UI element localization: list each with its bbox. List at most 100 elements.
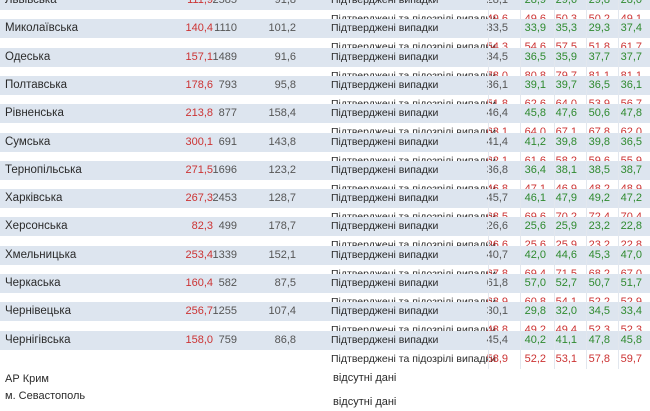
status-label-confirmed: Підтверджені випадки	[331, 220, 439, 233]
confirmed-value: 32,0	[555, 305, 577, 318]
incidence-rate: 253,4	[185, 248, 213, 261]
confirmed-value: 30,1	[486, 305, 508, 318]
case-count: 1696	[212, 163, 237, 176]
incidence-rate: 178,6	[185, 78, 213, 91]
percent-change: 128,7	[268, 192, 296, 205]
case-count: 2453	[212, 192, 237, 205]
confirmed-value: 40,7	[486, 248, 508, 261]
confirmed-value: 46,4	[486, 107, 508, 120]
region-name: Херсонська	[5, 220, 68, 233]
column-separator	[520, 330, 521, 369]
percent-change: 178,7	[268, 220, 296, 233]
region-name: Черкаська	[5, 277, 61, 289]
confirmed-value: 47,8	[620, 107, 642, 120]
confirmed-value: 25,9	[555, 220, 577, 233]
region-name: Чернівецька	[5, 305, 71, 318]
incidence-rate: 140,4	[185, 22, 213, 35]
confirmed-value: 47,2	[620, 192, 642, 205]
covid-region-table: Львівська 2585 111,9 91,8 Підтверджені випад…	[0, 0, 650, 411]
case-count: 759	[218, 333, 237, 346]
status-label-confirmed: Підтверджені випадки	[331, 333, 439, 346]
percent-change: 152,1	[268, 248, 296, 261]
case-count: 1255	[212, 305, 237, 318]
incidence-rate: 213,8	[185, 107, 213, 120]
confirmed-value: 33,9	[524, 22, 546, 35]
confirmed-value: 39,8	[555, 135, 577, 148]
table-row: Тернопільська 1696 271,5 123,2 Підтверджені …	[0, 160, 650, 180]
table-row: Миколаївська 1110 140,4 101,2 Підтверджені в…	[0, 19, 650, 39]
confirmed-value: 37,4	[620, 22, 642, 35]
confirmed-value: 25,6	[524, 220, 546, 233]
status-label-confirmed: Підтверджені випадки	[331, 305, 439, 318]
confirmed-value: 33,4	[620, 305, 642, 318]
region-name: Хмельницька	[5, 248, 77, 261]
status-label-confirmed: Підтверджені випадки	[331, 192, 439, 205]
table-row: Харківська 2453 267,3 128,7 Підтверджені вип…	[0, 189, 650, 209]
percent-change: 101,2	[268, 22, 296, 35]
confirmed-value: 36,4	[524, 163, 546, 176]
table-row: Чернівецька 1255 256,7 107,4 Підтверджені ви…	[0, 302, 650, 322]
confirmed-value: 33,5	[486, 22, 508, 35]
confirmed-value: 26,6	[486, 220, 508, 233]
footer-status: відсутні дані	[333, 396, 397, 408]
confirmed-value: 41,1	[555, 333, 577, 346]
table-row: Черкаська 582 160,4 87,5 Підтверджені випадк…	[0, 274, 650, 293]
status-label-confirmed: Підтверджені випадки	[331, 0, 439, 6]
incidence-rate: 82,3	[191, 220, 213, 233]
column-separator	[586, 330, 587, 369]
confirmed-value: 22,8	[620, 220, 642, 233]
confirmed-value: 39,8	[588, 135, 610, 148]
table-row: Полтавська 793 178,6 95,8 Підтверджені випад…	[0, 75, 650, 95]
region-name: Чернігівська	[5, 333, 71, 346]
table-row: Хмельницька 1339 253,4 152,1 Підтверджені ви…	[0, 245, 650, 265]
table-row: Херсонська 499 82,3 178,7 Підтверджені випад…	[0, 217, 650, 237]
incidence-rate: 271,5	[185, 163, 213, 176]
confirmed-value: 29,3	[588, 22, 610, 35]
confirmed-value: 51,7	[620, 277, 642, 289]
case-count: 2585	[212, 0, 237, 6]
confirmed-value: 50,6	[588, 107, 610, 120]
confirmed-value: 45,8	[524, 107, 546, 120]
confirmed-value: 47,9	[555, 192, 577, 205]
confirmed-value: 42,0	[524, 248, 546, 261]
confirmed-value: 44,6	[555, 248, 577, 261]
confirmed-value: 37,7	[588, 50, 610, 63]
confirmed-value: 29,6	[555, 0, 577, 6]
confirmed-value: 41,4	[486, 135, 508, 148]
suspected-value: 58,9	[486, 352, 508, 365]
confirmed-value: 36,5	[620, 135, 642, 148]
confirmed-value: 49,2	[588, 192, 610, 205]
confirmed-value: 39,7	[555, 78, 577, 91]
confirmed-value: 45,3	[588, 248, 610, 261]
confirmed-value: 36,5	[524, 50, 546, 63]
region-name: Рівненська	[5, 107, 64, 120]
confirmed-value: 47,8	[588, 333, 610, 346]
percent-change: 143,8	[268, 135, 296, 148]
incidence-rate: 160,4	[185, 277, 213, 289]
confirmed-value: 36,8	[486, 163, 508, 176]
confirmed-value: 23,2	[588, 220, 610, 233]
status-label-confirmed: Підтверджені випадки	[331, 163, 439, 176]
region-name: Сумська	[5, 135, 51, 148]
incidence-rate: 256,7	[185, 305, 213, 318]
confirmed-value: 45,7	[486, 192, 508, 205]
confirmed-value: 50,7	[588, 277, 610, 289]
case-count: 1110	[214, 22, 237, 35]
confirmed-value: 47,6	[555, 107, 577, 120]
case-count: 877	[218, 107, 237, 120]
confirmed-value: 29,8	[588, 0, 610, 6]
confirmed-value: 35,9	[555, 50, 577, 63]
case-count: 499	[218, 220, 237, 233]
suspected-value: 59,7	[620, 352, 642, 365]
confirmed-value: 34,5	[588, 305, 610, 318]
status-label-confirmed: Підтверджені випадки	[331, 277, 439, 289]
column-separator	[618, 330, 619, 369]
table-row: Підтверджені та підозрілі випадки 58,9 52,…	[0, 349, 650, 369]
confirmed-value: 57,0	[524, 277, 546, 289]
footer-status: відсутні дані	[333, 372, 397, 384]
incidence-rate: 111,9	[187, 0, 213, 6]
case-count: 691	[218, 135, 237, 148]
confirmed-value: 36,1	[486, 78, 508, 91]
table-row: Чернігівська 759 158,0 86,8 Підтверджені вип…	[0, 330, 650, 350]
percent-change: 123,2	[268, 163, 296, 176]
